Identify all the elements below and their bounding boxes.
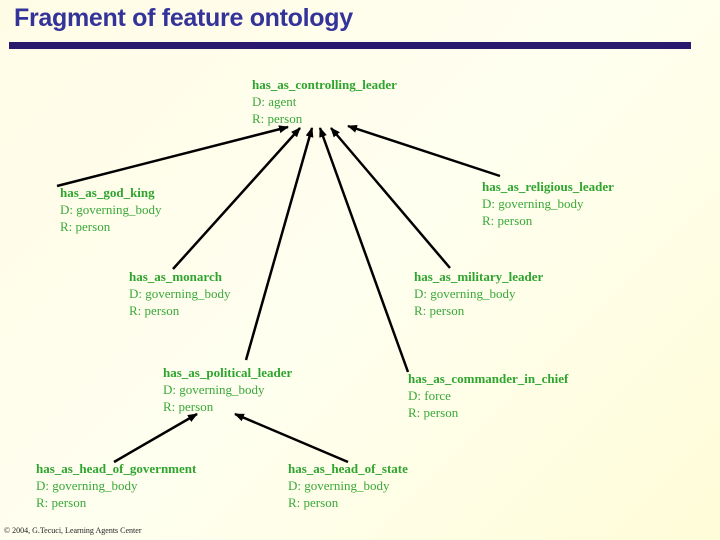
feature-name: has_as_military_leader bbox=[414, 269, 544, 284]
feature-range: R: person bbox=[129, 303, 180, 318]
feature-range: R: person bbox=[414, 303, 465, 318]
edge-god-king-to-controlling-leader bbox=[56, 125, 289, 188]
feature-domain: D: governing_body bbox=[288, 478, 390, 493]
feature-domain: D: governing_body bbox=[163, 382, 265, 397]
feature-name: has_as_controlling_leader bbox=[252, 77, 397, 92]
edge-monarch-to-controlling-leader bbox=[172, 127, 301, 270]
feature-name: has_as_head_of_state bbox=[288, 461, 408, 476]
node-political-leader[interactable]: has_as_political_leader D: governing_bod… bbox=[163, 364, 292, 415]
feature-domain: D: agent bbox=[252, 94, 297, 109]
node-commander-in-chief[interactable]: has_as_commander_in_chief D: force R: pe… bbox=[408, 370, 568, 421]
node-head-of-state[interactable]: has_as_head_of_state D: governing_body R… bbox=[288, 460, 408, 511]
feature-range: R: person bbox=[408, 405, 459, 420]
feature-domain: D: governing_body bbox=[129, 286, 231, 301]
node-controlling-leader[interactable]: has_as_controlling_leader D: agent R: pe… bbox=[252, 76, 397, 127]
node-head-of-government[interactable]: has_as_head_of_government D: governing_b… bbox=[36, 460, 196, 511]
feature-name: has_as_monarch bbox=[129, 269, 222, 284]
feature-domain: D: governing_body bbox=[36, 478, 138, 493]
feature-domain: D: force bbox=[408, 388, 451, 403]
feature-range: R: person bbox=[163, 399, 214, 414]
feature-range: R: person bbox=[36, 495, 87, 510]
feature-domain: D: governing_body bbox=[60, 202, 162, 217]
node-monarch[interactable]: has_as_monarch D: governing_body R: pers… bbox=[129, 268, 230, 319]
edge-political-leader-to-controlling-leader bbox=[244, 127, 314, 361]
feature-range: R: person bbox=[482, 213, 533, 228]
feature-domain: D: governing_body bbox=[414, 286, 516, 301]
edge-religious-leader-to-controlling-leader bbox=[347, 124, 501, 178]
edge-head-of-government-to-political-leader bbox=[113, 412, 198, 464]
node-military-leader[interactable]: has_as_military_leader D: governing_body… bbox=[414, 268, 543, 319]
feature-name: has_as_god_king bbox=[60, 185, 155, 200]
copyright-footer: © 2004, G.Tecuci, Learning Agents Center bbox=[4, 526, 142, 535]
feature-range: R: person bbox=[252, 111, 303, 126]
feature-name: has_as_political_leader bbox=[163, 365, 293, 380]
edge-head-of-state-to-political-leader bbox=[234, 412, 349, 464]
feature-range: R: person bbox=[288, 495, 339, 510]
edge-military-leader-to-controlling-leader bbox=[330, 127, 451, 269]
feature-domain: D: governing_body bbox=[482, 196, 584, 211]
feature-name: has_as_head_of_government bbox=[36, 461, 197, 476]
node-god-king[interactable]: has_as_god_king D: governing_body R: per… bbox=[60, 184, 161, 235]
feature-name: has_as_commander_in_chief bbox=[408, 371, 569, 386]
edge-commander-in-chief-to-controlling-leader bbox=[318, 127, 410, 373]
feature-range: R: person bbox=[60, 219, 111, 234]
node-religious-leader[interactable]: has_as_religious_leader D: governing_bod… bbox=[482, 178, 614, 229]
feature-name: has_as_religious_leader bbox=[482, 179, 614, 194]
